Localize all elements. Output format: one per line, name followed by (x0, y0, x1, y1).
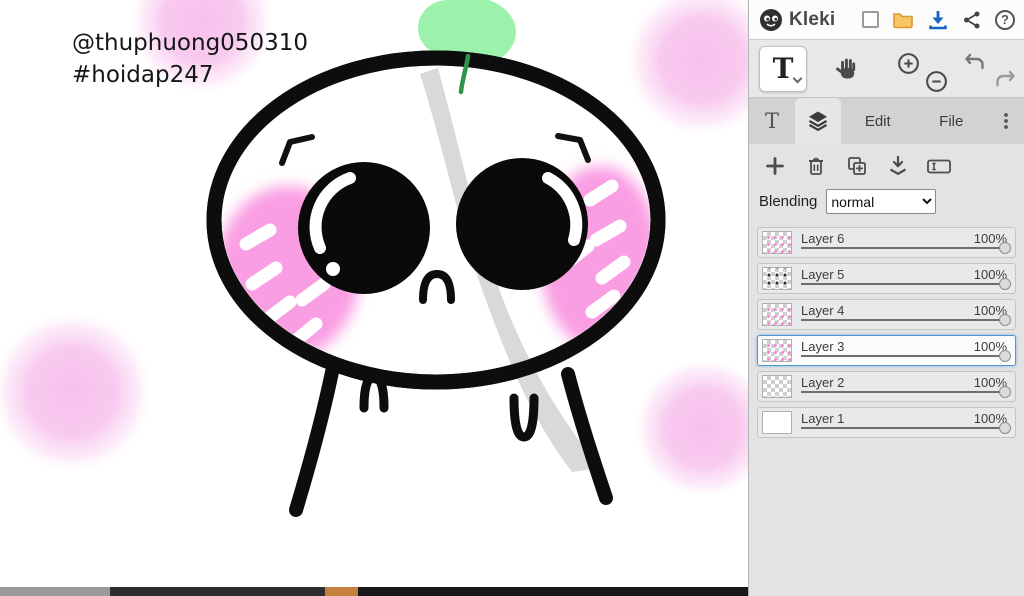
tool-row: T (749, 40, 1024, 98)
zoom-in-icon (898, 53, 919, 74)
folder-icon (893, 13, 913, 29)
add-layer-button[interactable] (759, 152, 791, 180)
layer-name: Layer 5 (801, 267, 845, 282)
brand-title: Kleki (789, 8, 836, 30)
blending-row: Blending normal (749, 182, 1024, 221)
new-image-icon (862, 11, 879, 28)
canvas-text-handle: @thuphuong050310 (72, 30, 308, 56)
opacity-slider-track[interactable] (801, 391, 1003, 393)
blending-label: Blending (759, 193, 818, 210)
layer-row[interactable]: Layer 3 100% (757, 335, 1016, 366)
duplicate-icon (848, 157, 866, 175)
layer-thumbnail (762, 231, 792, 254)
new-image-button[interactable] (862, 11, 879, 28)
opacity-slider-track[interactable] (801, 319, 1003, 321)
vertical-dots-icon (1004, 113, 1008, 129)
tab-text-settings[interactable]: T (749, 98, 795, 144)
zoom-in-button[interactable] (896, 51, 921, 76)
opacity-slider-handle[interactable] (999, 242, 1011, 254)
download-button[interactable] (927, 9, 949, 31)
opacity-slider-track[interactable] (801, 283, 1003, 285)
right-panel: Kleki ? T T Edit File Blending normal La… (748, 0, 1024, 596)
share-icon (964, 11, 980, 28)
opacity-slider-handle[interactable] (999, 314, 1011, 326)
opacity-slider-track[interactable] (801, 427, 1003, 429)
layer-thumbnail (762, 267, 792, 290)
trash-icon (809, 157, 823, 175)
delete-layer-button[interactable] (800, 152, 832, 180)
help-button[interactable]: ? (995, 9, 1015, 30)
opacity-slider-track[interactable] (801, 247, 1003, 249)
merge-down-icon (889, 155, 907, 176)
tab-row: T Edit File (749, 98, 1024, 144)
kleki-logo-icon (760, 8, 782, 31)
layer-thumbnail (762, 411, 792, 434)
zoom-out-icon (926, 71, 947, 92)
hand-icon (836, 58, 856, 79)
tab-file-label: File (939, 112, 964, 130)
undo-icon (965, 53, 984, 70)
merge-down-button[interactable] (882, 152, 914, 180)
drawing-canvas[interactable]: @thuphuong050310 #hoidap247 (0, 0, 748, 596)
opacity-slider-handle[interactable] (999, 278, 1011, 290)
hand-tool-button[interactable] (823, 46, 871, 92)
layer-thumbnail (762, 339, 792, 362)
layers-icon (808, 111, 828, 132)
zoom-out-button[interactable] (924, 69, 949, 94)
layer-row[interactable]: Layer 4 100% (757, 299, 1016, 330)
layer-row[interactable]: Layer 6 100% (757, 227, 1016, 258)
rename-layer-button[interactable] (923, 152, 955, 180)
layer-row[interactable]: Layer 5 100% (757, 263, 1016, 294)
opacity-slider-track[interactable] (801, 355, 1003, 357)
open-file-button[interactable] (892, 10, 914, 29)
opacity-slider-handle[interactable] (999, 386, 1011, 398)
opacity-slider-handle[interactable] (999, 350, 1011, 362)
text-tool-icon: T (772, 52, 794, 85)
layers-panel: Blending normal Layer 6 100% Layer 5 100… (749, 144, 1024, 596)
layer-thumbnail (762, 303, 792, 326)
kleki-brand: Kleki (758, 7, 835, 33)
share-button[interactable] (962, 10, 982, 30)
layer-name: Layer 4 (801, 303, 845, 318)
text-tool-button[interactable]: T (759, 46, 807, 92)
redo-icon (996, 70, 1015, 87)
tab-file[interactable]: File (915, 98, 989, 144)
topbar-actions: ? (862, 9, 1015, 31)
tab-edit[interactable]: Edit (841, 98, 915, 144)
download-icon (929, 10, 947, 29)
more-options-button[interactable] (988, 98, 1024, 144)
undo-button[interactable] (963, 51, 987, 73)
tab-edit-label: Edit (864, 112, 891, 130)
opacity-slider-handle[interactable] (999, 422, 1011, 434)
canvas-text-hashtag: #hoidap247 (72, 62, 214, 88)
layer-name: Layer 2 (801, 375, 845, 390)
strip-segment (0, 587, 110, 596)
strip-segment (358, 587, 748, 596)
redo-button[interactable] (993, 68, 1017, 90)
chevron-down-icon (792, 73, 803, 84)
plus-icon (766, 157, 784, 175)
strip-segment (110, 587, 325, 596)
top-bar: Kleki ? (749, 0, 1024, 40)
strip-segment (325, 587, 358, 596)
text-tab-icon: T (764, 109, 779, 133)
layer-list: Layer 6 100% Layer 5 100% Layer 4 100% L… (749, 221, 1024, 438)
rename-icon (927, 159, 951, 174)
layer-name: Layer 1 (801, 411, 845, 426)
layer-thumbnail (762, 375, 792, 398)
canvas-drawing[interactable]: @thuphuong050310 #hoidap247 (0, 0, 748, 596)
layer-name: Layer 6 (801, 231, 845, 246)
layer-name: Layer 3 (801, 339, 845, 354)
layer-row[interactable]: Layer 1 100% (757, 407, 1016, 438)
canvas-bottom-color-strip (0, 587, 748, 596)
layer-row[interactable]: Layer 2 100% (757, 371, 1016, 402)
help-icon: ? (995, 9, 1015, 30)
layer-actions (749, 144, 1024, 182)
blending-select[interactable]: normal (826, 189, 937, 214)
tab-layers[interactable] (795, 98, 841, 144)
duplicate-layer-button[interactable] (841, 152, 873, 180)
